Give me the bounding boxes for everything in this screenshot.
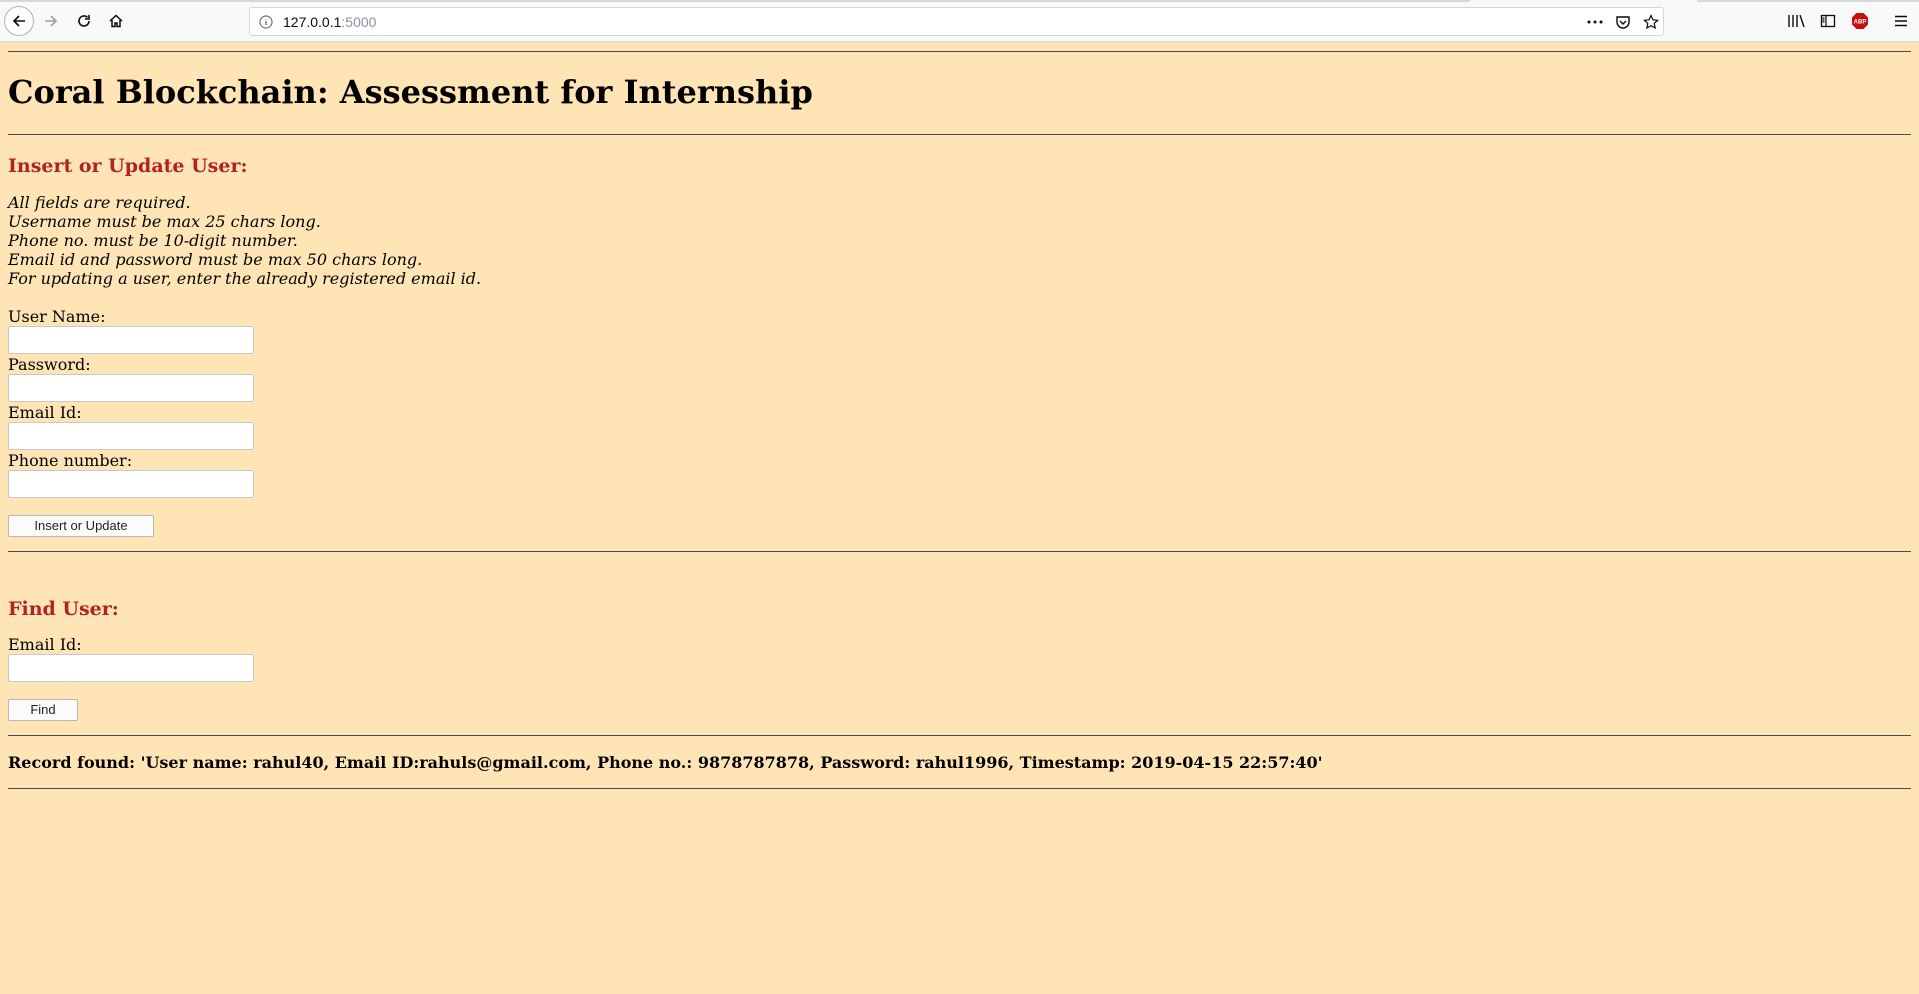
forward-button[interactable] xyxy=(36,6,66,36)
divider xyxy=(8,735,1911,736)
pocket-icon[interactable] xyxy=(1615,14,1631,30)
tab-strip-accent xyxy=(0,0,1470,2)
email-input[interactable] xyxy=(8,422,254,450)
email-label: Email Id: xyxy=(8,403,82,422)
note-line: Username must be max 25 chars long. xyxy=(8,212,321,231)
page-content: Coral Blockchain: Assessment for Interns… xyxy=(0,43,1919,789)
adblock-plus-icon[interactable]: ABP xyxy=(1851,12,1869,30)
find-button-row: Find xyxy=(8,699,1911,721)
find-email-input[interactable] xyxy=(8,654,254,682)
tab-strip-accent-right xyxy=(1697,0,1919,2)
divider xyxy=(8,51,1911,52)
username-input[interactable] xyxy=(8,326,254,354)
back-button[interactable] xyxy=(4,6,34,36)
find-section-heading: Find User: xyxy=(8,598,119,620)
password-label: Password: xyxy=(8,355,91,374)
svg-text:ABP: ABP xyxy=(1854,20,1867,26)
browser-toolbar: 127.0.0.1:5000 ABP xyxy=(0,0,1919,42)
divider xyxy=(8,134,1911,135)
requirements-notes: All fields are required. Username must b… xyxy=(8,193,1911,288)
reload-icon xyxy=(78,15,90,27)
find-email-label: Email Id: xyxy=(8,635,82,654)
note-line: Phone no. must be 10-digit number. xyxy=(8,231,298,250)
insert-section-heading: Insert or Update User: xyxy=(8,155,248,177)
insert-button-row: Insert or Update xyxy=(8,515,1911,537)
library-icon[interactable] xyxy=(1787,13,1805,29)
insert-or-update-button[interactable]: Insert or Update xyxy=(8,515,154,537)
note-line: All fields are required. xyxy=(8,193,191,212)
find-button[interactable]: Find xyxy=(8,699,78,721)
back-arrow-icon xyxy=(12,15,25,27)
note-line: Email id and password must be max 50 cha… xyxy=(8,250,423,269)
insert-update-form: User Name: Password: Email Id: Phone num… xyxy=(8,307,1911,537)
find-user-form: Email Id: Find xyxy=(8,635,1911,721)
username-label: User Name: xyxy=(8,307,106,326)
address-bar[interactable]: 127.0.0.1:5000 xyxy=(249,7,1664,36)
record-result-text: Record found: 'User name: rahul40, Email… xyxy=(8,753,1323,772)
sidebar-icon[interactable] xyxy=(1820,13,1836,29)
home-button[interactable] xyxy=(101,6,131,36)
url-host: 127.0.0.1 xyxy=(283,14,342,30)
password-input[interactable] xyxy=(8,374,254,402)
page-actions-icon[interactable] xyxy=(1586,14,1604,30)
divider xyxy=(8,788,1911,789)
hamburger-menu-icon[interactable] xyxy=(1893,13,1909,29)
url-text[interactable]: 127.0.0.1:5000 xyxy=(283,14,376,30)
phone-input[interactable] xyxy=(8,470,254,498)
reload-button[interactable] xyxy=(69,6,99,36)
bookmark-star-icon[interactable] xyxy=(1643,14,1659,30)
home-icon xyxy=(109,14,123,28)
page-title: Coral Blockchain: Assessment for Interns… xyxy=(8,73,813,111)
url-port: :5000 xyxy=(341,14,377,30)
site-info-icon[interactable] xyxy=(259,15,273,29)
note-line: For updating a user, enter the already r… xyxy=(8,269,482,288)
forward-arrow-icon xyxy=(45,15,58,27)
phone-label: Phone number: xyxy=(8,451,133,470)
divider xyxy=(8,551,1911,552)
